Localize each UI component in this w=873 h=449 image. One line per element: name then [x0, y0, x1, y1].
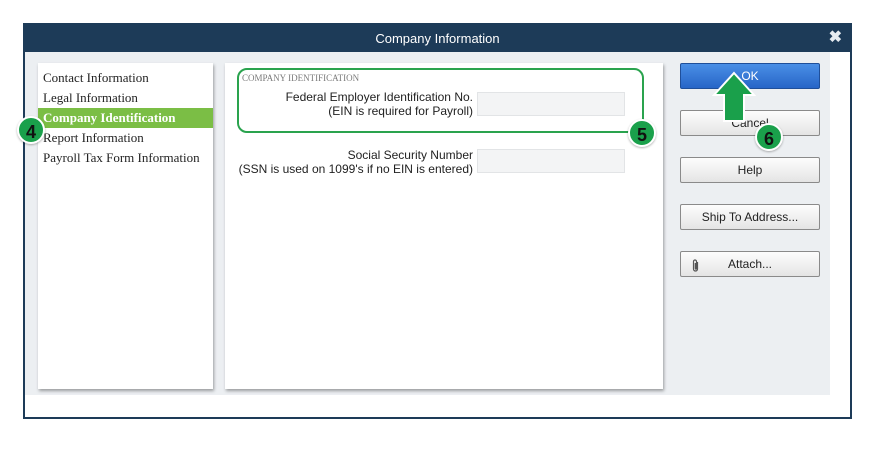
ssn-label: Social Security Number (SSN is used on 1…: [239, 148, 473, 176]
nav-item-payroll-tax-form-information[interactable]: Payroll Tax Form Information: [38, 148, 213, 168]
title-bar: Company Information ✖: [25, 25, 850, 52]
nav-item-contact-information[interactable]: Contact Information: [38, 68, 213, 88]
ship-to-address-button[interactable]: Ship To Address...: [680, 204, 820, 230]
close-icon[interactable]: ✖: [829, 28, 842, 48]
nav-item-legal-information[interactable]: Legal Information: [38, 88, 213, 108]
paperclip-icon: [691, 257, 700, 281]
ssn-label-line2: (SSN is used on 1099's if no EIN is ente…: [238, 162, 473, 176]
help-button[interactable]: Help: [680, 157, 820, 183]
category-list: Contact Information Legal Information Co…: [38, 63, 213, 389]
ssn-label-line1: Social Security Number: [347, 148, 473, 162]
attach-button[interactable]: Attach...: [680, 251, 820, 277]
ssn-input[interactable]: [477, 149, 625, 173]
up-arrow-icon: [712, 71, 756, 122]
step-5-badge: 5: [628, 119, 656, 147]
nav-item-report-information[interactable]: Report Information: [38, 128, 213, 148]
attach-label: Attach...: [727, 257, 773, 271]
ship-to-address-label: Ship To Address...: [701, 210, 799, 224]
nav-item-company-identification[interactable]: Company Identification: [38, 108, 213, 128]
company-identification-panel: COMPANY IDENTIFICATION Federal Employer …: [225, 63, 663, 389]
step-6-badge: 6: [755, 123, 783, 151]
dialog-body: Contact Information Legal Information Co…: [25, 52, 830, 395]
ein-highlight-annotation: [237, 68, 644, 133]
dialog-title: Company Information: [375, 31, 500, 46]
step-4-badge: 4: [17, 116, 45, 144]
